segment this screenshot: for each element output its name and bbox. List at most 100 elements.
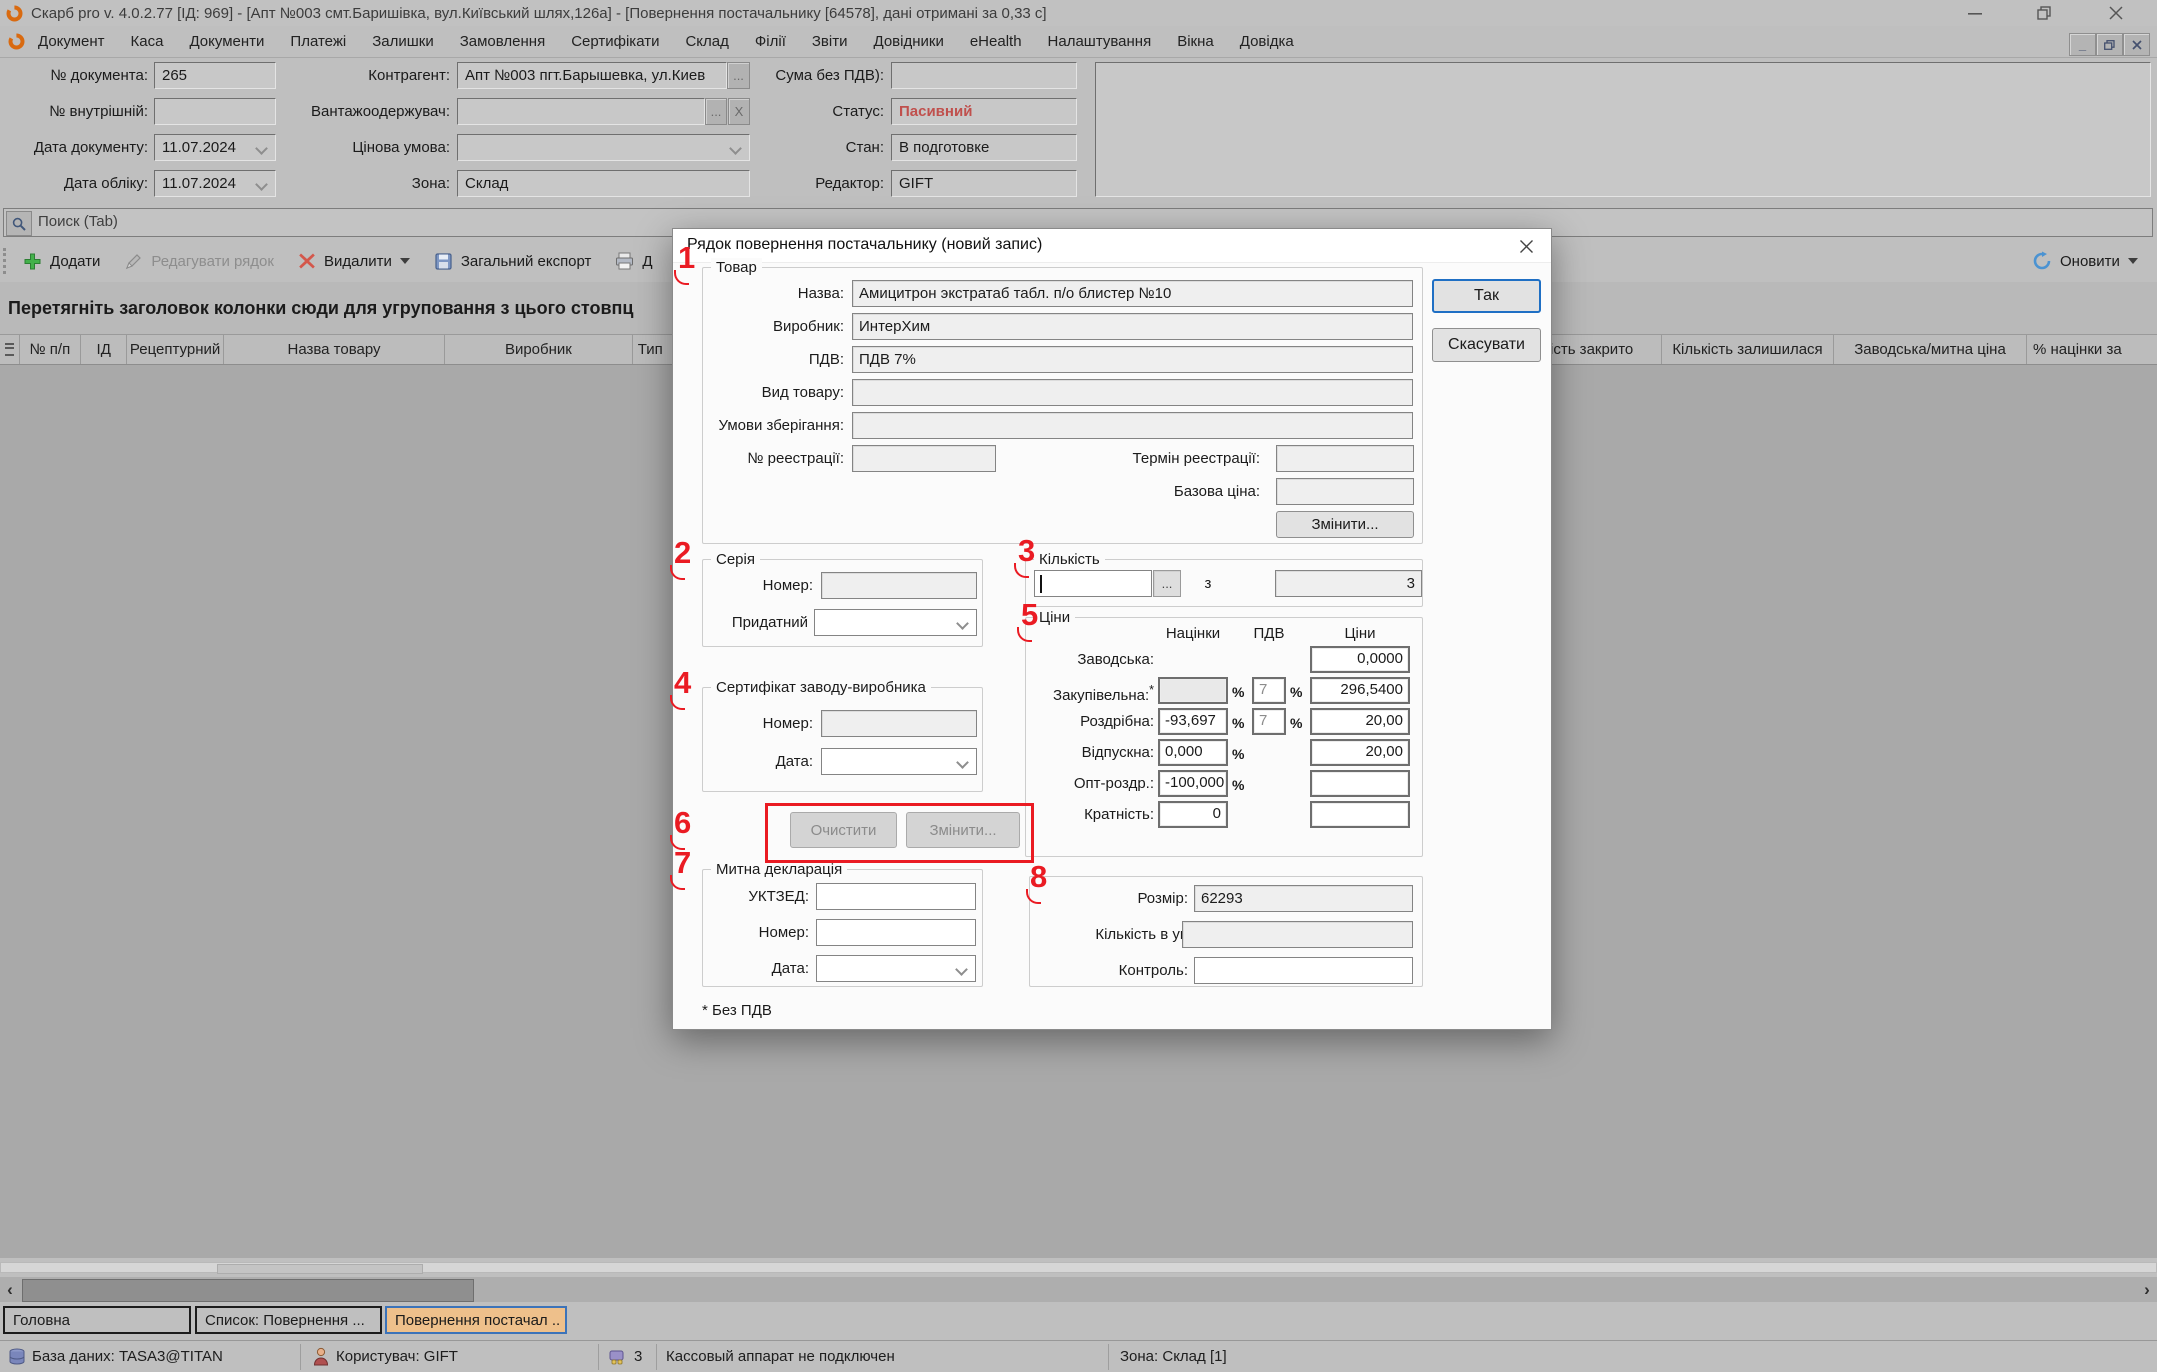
dialog-title-bar[interactable]: Рядок повернення постачальнику (новий за… xyxy=(673,229,1551,263)
scroll-left-icon[interactable]: ‹ xyxy=(0,1277,20,1302)
vat-field[interactable]: ПДВ 7% xyxy=(852,346,1413,373)
refresh-button[interactable]: Оновити xyxy=(2020,246,2150,276)
menu-item-vikna[interactable]: Вікна xyxy=(1164,33,1227,50)
column-header-npp[interactable]: № п/п xyxy=(20,335,82,364)
cancel-button[interactable]: Скасувати xyxy=(1432,328,1541,362)
base-price-field[interactable] xyxy=(1276,478,1414,505)
product-kind-field[interactable] xyxy=(852,379,1413,406)
multiplicity-field[interactable]: 0 xyxy=(1158,801,1228,828)
header-notes-panel[interactable] xyxy=(1095,62,2151,197)
uktzed-field[interactable] xyxy=(816,883,976,910)
reg-number-field[interactable] xyxy=(852,445,996,472)
ok-button[interactable]: Так xyxy=(1432,279,1541,313)
row-selector-header[interactable] xyxy=(0,335,20,364)
column-header-zavodska[interactable]: Заводська/митна ціна xyxy=(1834,335,2027,364)
retail-vat-field[interactable]: 7 xyxy=(1252,708,1286,735)
certificate-number-field[interactable] xyxy=(821,710,977,737)
series-number-field[interactable] xyxy=(821,572,977,599)
close-button[interactable] xyxy=(2094,0,2138,26)
customs-date-combo[interactable] xyxy=(816,955,976,982)
retail-price-field[interactable]: 20,00 xyxy=(1310,708,1410,735)
producer-field[interactable]: ИнтерХим xyxy=(852,313,1413,340)
retail-markup-field[interactable]: -93,697 xyxy=(1158,708,1228,735)
consignee-field[interactable] xyxy=(457,98,705,125)
delete-dropdown-caret-icon[interactable] xyxy=(400,258,410,264)
menu-item-zamovlennia[interactable]: Замовлення xyxy=(447,33,558,50)
export-button[interactable]: Загальний експорт xyxy=(422,246,604,276)
add-button[interactable]: Додати xyxy=(11,246,112,276)
quantity-group-legend: Кількість xyxy=(1034,550,1105,569)
menu-item-dovidnyky[interactable]: Довідники xyxy=(861,33,957,50)
menu-item-sertyfikaty[interactable]: Сертифікати xyxy=(558,33,672,50)
factory-price-label: Заводська: xyxy=(1026,646,1154,673)
storage-conditions-field[interactable] xyxy=(852,412,1413,439)
pack-quantity-field[interactable] xyxy=(1182,921,1413,948)
column-header-vyrobnyk[interactable]: Виробник xyxy=(445,335,633,364)
restore-button[interactable] xyxy=(2022,0,2066,26)
sum-field[interactable] xyxy=(891,62,1077,89)
chevron-down-icon[interactable] xyxy=(956,756,969,769)
delete-button[interactable]: Видалити xyxy=(286,246,422,276)
print-button[interactable]: Д xyxy=(603,246,664,276)
customs-date-label: Дата: xyxy=(703,955,809,982)
column-header-zalyshylasia[interactable]: Кількість залишилася xyxy=(1662,335,1834,364)
quantity-input[interactable] xyxy=(1034,570,1152,597)
menu-item-dokumenty[interactable]: Документи xyxy=(176,33,277,50)
quantity-lookup-button[interactable]: ... xyxy=(1153,570,1181,597)
menu-item-filii[interactable]: Філії xyxy=(742,33,799,50)
annotation-5: 5 xyxy=(1021,600,1038,630)
menu-item-zalyshky[interactable]: Залишки xyxy=(359,33,447,50)
toolbar-drag-handle[interactable] xyxy=(3,248,11,274)
menu-item-nalashtuvannia[interactable]: Налаштування xyxy=(1035,33,1165,50)
menu-item-zvity[interactable]: Звіти xyxy=(799,33,861,50)
product-name-field[interactable]: Амицитрон экстратаб табл. п/о блистер №1… xyxy=(852,280,1413,307)
minimize-button[interactable] xyxy=(1953,0,1997,26)
size-field[interactable]: 62293 xyxy=(1194,885,1413,912)
scroll-right-icon[interactable]: › xyxy=(2137,1277,2157,1302)
wholesale-price-field[interactable] xyxy=(1310,770,1410,797)
series-valid-combo[interactable] xyxy=(814,609,977,636)
column-header-typ[interactable]: Тип xyxy=(633,335,672,364)
scrollbar-thumb[interactable] xyxy=(22,1279,474,1302)
certificate-date-combo[interactable] xyxy=(821,748,977,775)
menu-item-kasa[interactable]: Каса xyxy=(118,33,177,50)
purchase-price-field[interactable]: 296,5400 xyxy=(1310,677,1410,704)
menu-item-dokument[interactable]: Документ xyxy=(25,33,118,50)
column-header-id[interactable]: ІД xyxy=(81,335,127,364)
menu-item-sklad[interactable]: Склад xyxy=(672,33,741,50)
purchase-markup-field[interactable] xyxy=(1158,677,1228,704)
edit-row-button[interactable]: Редагувати рядок xyxy=(112,246,286,276)
tab-spysok-povernennia[interactable]: Список: Повернення ... xyxy=(195,1306,382,1334)
selling-markup-field[interactable]: 0,000 xyxy=(1158,739,1228,766)
column-header-receptur[interactable]: Рецептурний xyxy=(127,335,224,364)
purchase-vat-field[interactable]: 7 xyxy=(1252,677,1286,704)
wholesale-markup-field[interactable]: -100,000 xyxy=(1158,770,1228,797)
menu-item-platezhi[interactable]: Платежі xyxy=(277,33,359,50)
mdi-close-button[interactable] xyxy=(2123,33,2150,56)
column-header-nazva[interactable]: Назва товару xyxy=(224,335,445,364)
control-field[interactable] xyxy=(1194,957,1413,984)
factory-price-field[interactable]: 0,0000 xyxy=(1310,646,1410,673)
mdi-minimize-button[interactable]: _ xyxy=(2069,33,2096,56)
inner-scrollbar-thumb[interactable] xyxy=(217,1264,423,1274)
column-header-zakryto[interactable]: ість закрито xyxy=(1550,335,1662,364)
tab-povernennia-postachalnyku[interactable]: Повернення постачал .. xyxy=(385,1306,567,1334)
horizontal-scrollbar[interactable]: ‹ › xyxy=(0,1277,2157,1302)
reg-term-field[interactable] xyxy=(1276,445,1414,472)
chevron-down-icon[interactable] xyxy=(956,617,969,630)
product-change-button[interactable]: Змінити... xyxy=(1276,511,1414,538)
tab-holovna[interactable]: Головна xyxy=(3,1306,191,1334)
dialog-close-icon[interactable] xyxy=(1515,235,1537,257)
chevron-down-icon[interactable] xyxy=(955,963,968,976)
search-input[interactable]: Поиск (Tab) xyxy=(38,213,118,230)
menu-item-dovidka[interactable]: Довідка xyxy=(1227,33,1307,50)
selling-price-field[interactable]: 20,00 xyxy=(1310,739,1410,766)
multiplicity-price-field[interactable] xyxy=(1310,801,1410,828)
mdi-restore-button[interactable] xyxy=(2096,33,2123,56)
customs-number-field[interactable] xyxy=(816,919,976,946)
column-header-natsinky[interactable]: % націнки за xyxy=(2027,335,2157,364)
inner-horizontal-scrollbar[interactable] xyxy=(0,1262,2157,1273)
menu-item-ehealth[interactable]: eHealth xyxy=(957,33,1035,50)
contractor-field[interactable]: Апт №003 пгт.Барышевка, ул.Киев xyxy=(457,62,727,89)
refresh-dropdown-caret-icon[interactable] xyxy=(2128,258,2138,264)
